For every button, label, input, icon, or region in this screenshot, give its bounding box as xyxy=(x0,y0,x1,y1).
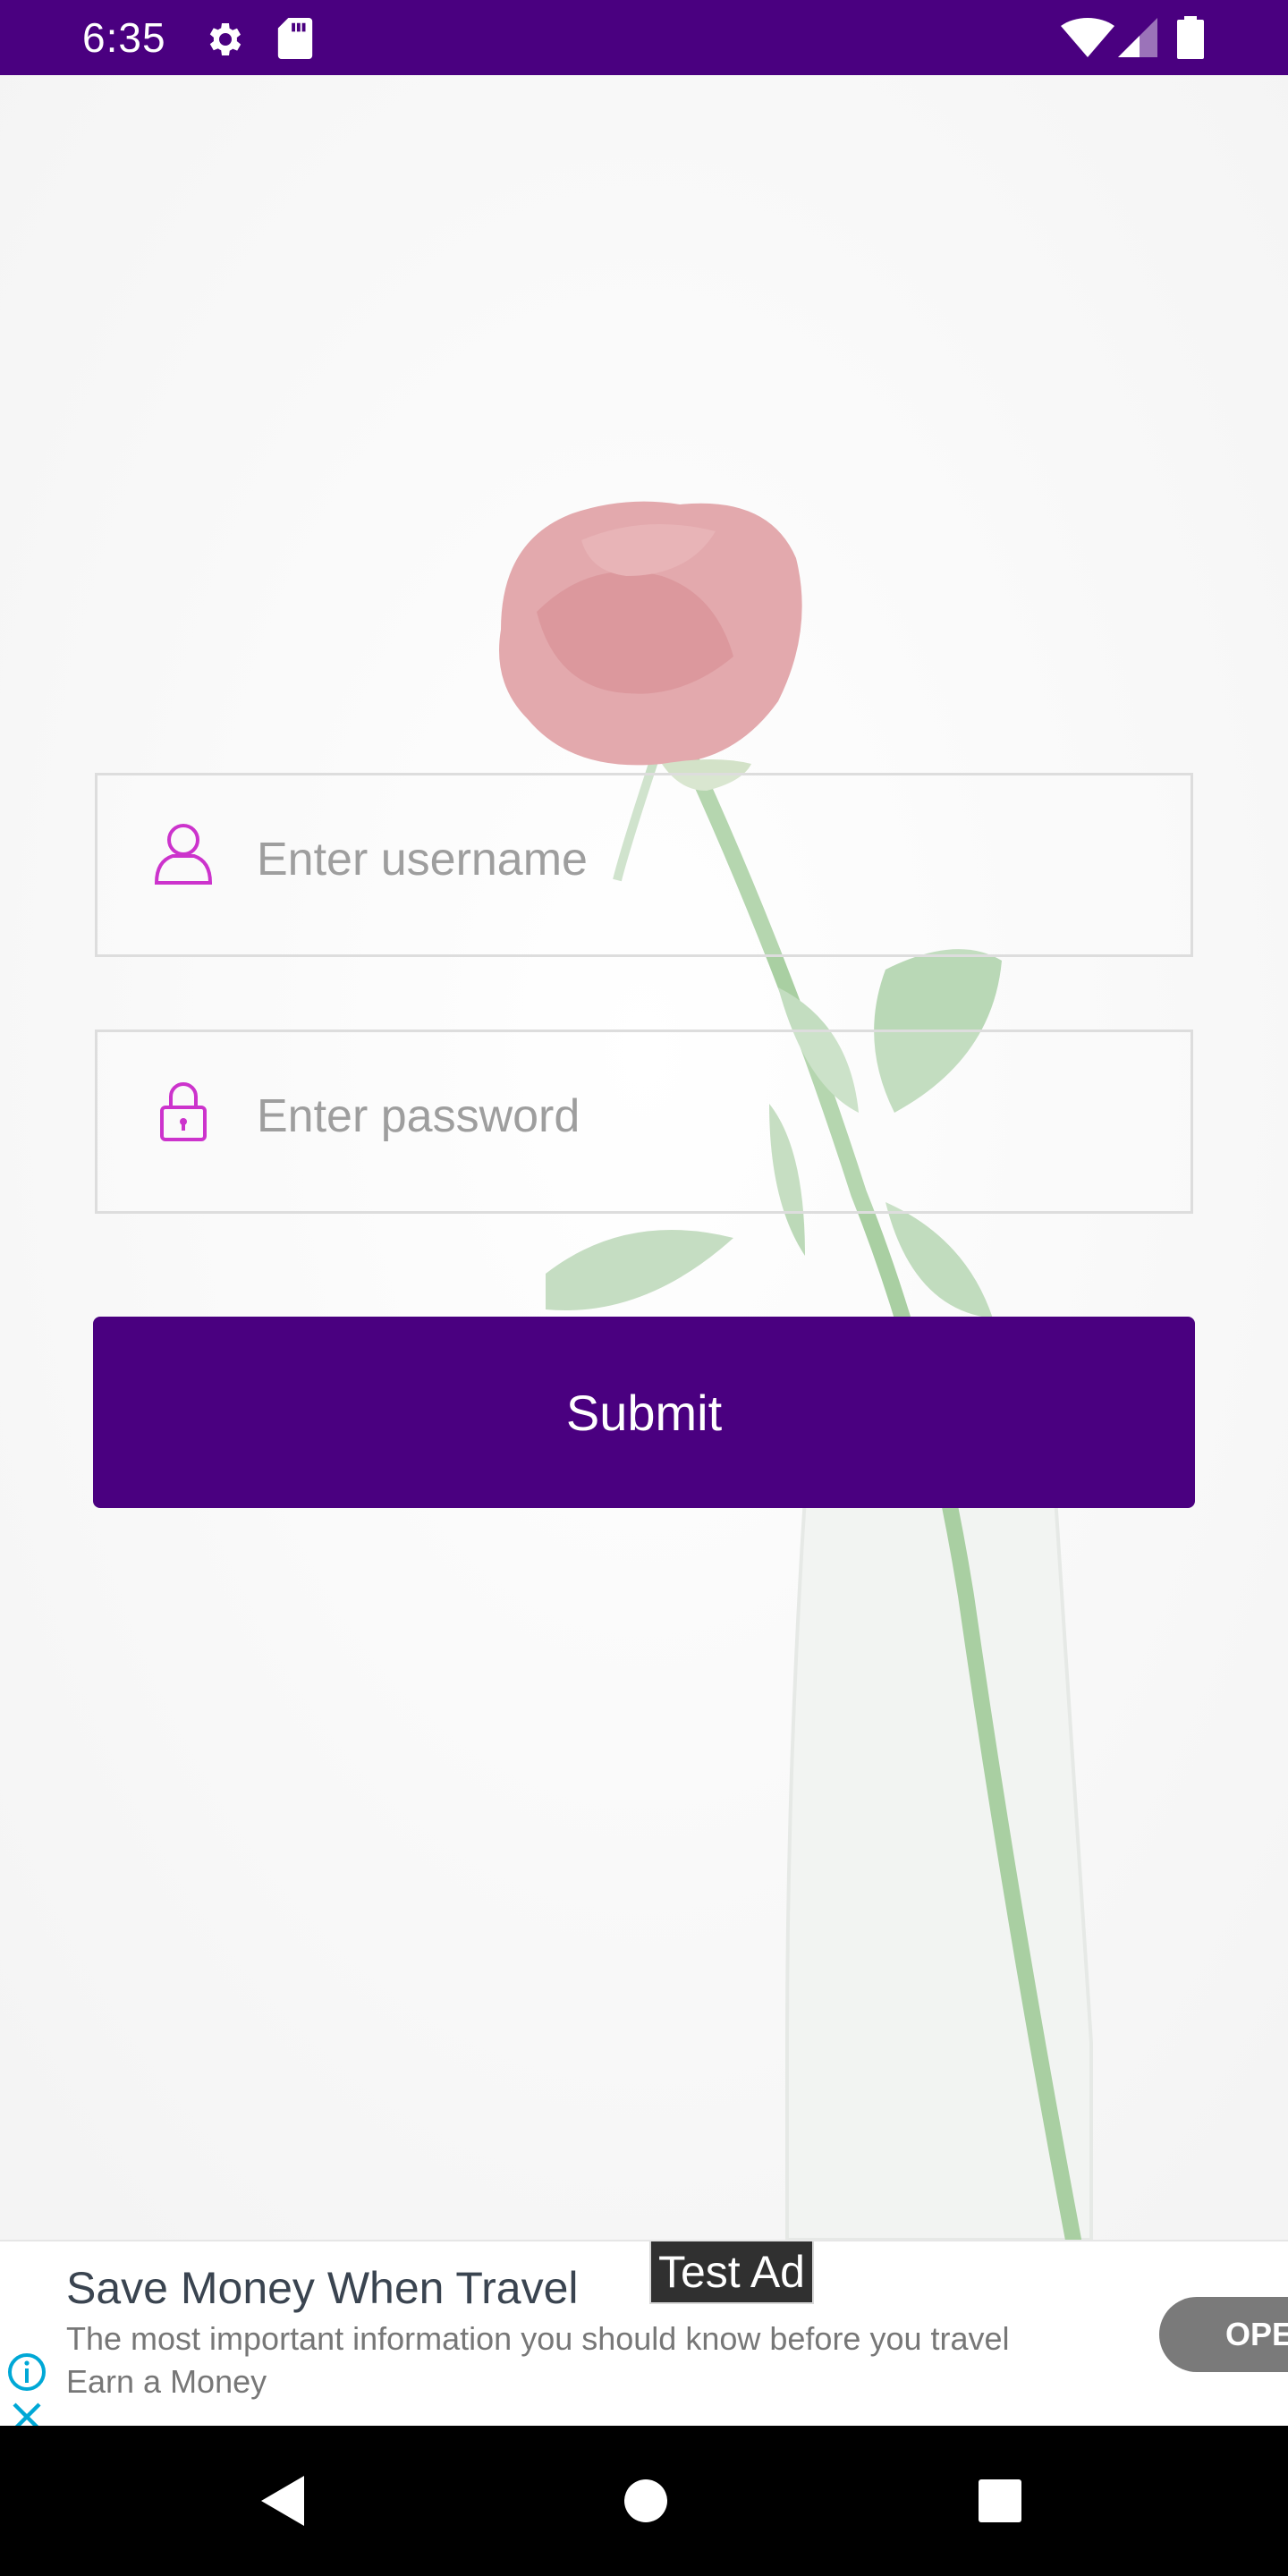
close-icon[interactable] xyxy=(9,2399,45,2426)
username-input[interactable]: Enter username xyxy=(257,831,588,888)
test-ad-badge: Test Ad xyxy=(649,2241,814,2304)
ad-title[interactable]: Save Money When Travel xyxy=(66,2261,579,2315)
password-input[interactable]: Enter password xyxy=(257,1088,580,1145)
user-icon xyxy=(154,824,213,885)
lock-icon xyxy=(160,1082,207,1141)
settings-gear-icon xyxy=(209,23,242,55)
battery-icon xyxy=(1177,16,1204,59)
password-field[interactable]: Enter password xyxy=(95,1030,1193,1214)
info-icon[interactable] xyxy=(7,2352,47,2392)
back-icon[interactable] xyxy=(258,2472,308,2529)
submit-button[interactable]: Submit xyxy=(93,1317,1195,1508)
ad-banner[interactable]: Save Money When Travel Test Ad The most … xyxy=(0,2240,1288,2426)
cell-signal-icon xyxy=(1118,18,1157,57)
login-screen: Enter username Enter password Submit xyxy=(0,75,1288,2240)
wifi-icon xyxy=(1061,18,1114,57)
home-icon[interactable] xyxy=(623,2478,669,2524)
ad-description: The most important information you shoul… xyxy=(66,2320,1010,2357)
status-time: 6:35 xyxy=(82,14,166,61)
ad-open-button[interactable]: OPEN xyxy=(1159,2297,1288,2372)
username-field[interactable]: Enter username xyxy=(95,773,1193,957)
ad-advertiser: Earn a Money xyxy=(66,2363,267,2400)
navigation-bar xyxy=(0,2426,1288,2576)
recents-icon[interactable] xyxy=(977,2478,1023,2524)
sd-card-icon xyxy=(277,18,313,59)
status-bar: 6:35 xyxy=(0,0,1288,75)
